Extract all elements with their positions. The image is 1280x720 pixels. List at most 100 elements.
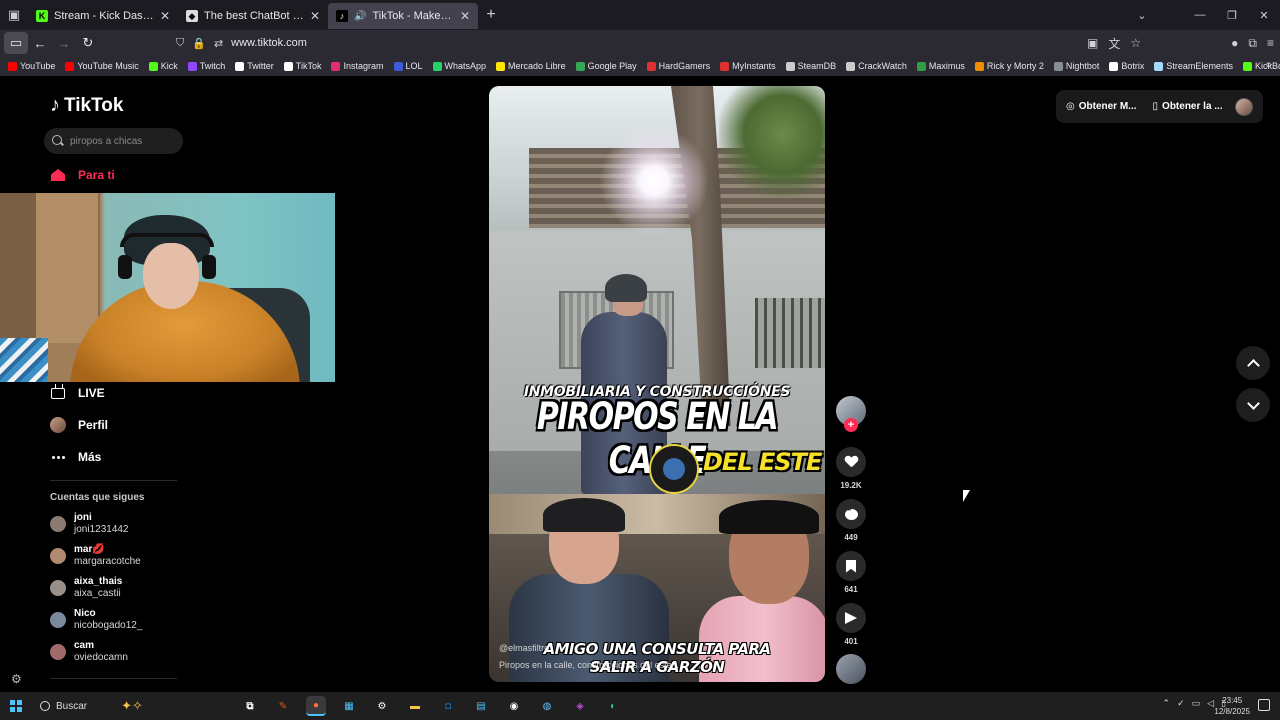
tab-kick-dashboard[interactable]: K Stream - Kick Dashboard ✕ — [28, 3, 178, 29]
video-player[interactable]: INMOBILIARIA Y CONSTRUCCIÓNES PIROPOS EN… — [489, 86, 825, 682]
outlook-icon[interactable]: ◘ — [438, 696, 458, 716]
url-text[interactable]: www.tiktok.com — [231, 37, 307, 49]
tiktok-logo[interactable]: ♪ TikTok — [50, 94, 123, 117]
sidebar-item-more[interactable]: Más — [50, 449, 101, 465]
menu-icon[interactable]: ≡ — [1267, 36, 1274, 50]
music-disc-icon[interactable] — [836, 654, 866, 684]
settings-icon[interactable]: ⚙ — [372, 696, 392, 716]
bookmark-item[interactable]: MyInstants — [720, 61, 776, 71]
chevron-up-icon[interactable]: ⌃ — [1163, 698, 1171, 709]
bookmark-item[interactable]: WhatsApp — [432, 61, 486, 71]
firefox-icon[interactable]: ● — [306, 696, 326, 716]
tab-chatbot[interactable]: ◆ The best ChatBot and Widgets ✕ — [178, 3, 328, 29]
clock[interactable]: 23:45 12/8/2025 — [1214, 695, 1250, 717]
sidebar-item-for-you[interactable]: Para ti — [50, 167, 115, 183]
tray-app-icon[interactable]: ✓ — [1177, 698, 1185, 709]
search-icon[interactable] — [52, 135, 64, 147]
sidebar-item-live[interactable]: LIVE — [50, 385, 105, 401]
bookmark-item[interactable]: Maximus — [916, 61, 965, 71]
translate-icon[interactable]: 文 — [1108, 35, 1120, 52]
extensions-icon[interactable]: ⧉ — [1248, 36, 1257, 51]
file-explorer-icon[interactable]: ▬ — [405, 696, 425, 716]
close-window-icon[interactable]: ✕ — [1248, 9, 1280, 22]
video-author[interactable]: @elmasfiltro — [499, 643, 549, 653]
next-video-button[interactable] — [1236, 388, 1270, 422]
volume-icon[interactable]: ◁ — [1207, 698, 1214, 709]
steam-icon[interactable]: ◍ — [537, 696, 557, 716]
bookmark-item[interactable]: Google Play — [575, 61, 637, 71]
restore-icon[interactable]: ❐ — [1216, 9, 1248, 22]
previous-video-button[interactable] — [1236, 346, 1270, 380]
share-button[interactable]: 401 — [834, 603, 868, 646]
picture-in-picture-icon[interactable]: ▣ — [1087, 36, 1098, 50]
new-tab-icon[interactable]: + — [478, 6, 504, 24]
lock-icon[interactable]: 🔒 — [192, 37, 206, 50]
bookmark-item[interactable]: Nightbot — [1053, 61, 1099, 71]
gear-icon[interactable]: ⚙ — [11, 672, 22, 686]
bookmark-item[interactable]: StreamElements — [1154, 61, 1233, 71]
shield-icon[interactable]: ⛉ — [176, 37, 184, 50]
bookmark-item[interactable]: TikTok — [283, 61, 321, 71]
store-icon[interactable]: ▦ — [339, 696, 359, 716]
network-icon[interactable]: ▭ — [1192, 698, 1201, 709]
close-tab-icon[interactable]: ✕ — [460, 9, 470, 23]
bookmark-item[interactable]: LOL — [393, 61, 423, 71]
following-item[interactable]: cam oviedocamn — [50, 640, 128, 664]
edge-icon[interactable]: ◐ — [603, 696, 623, 716]
bookmarks-overflow-icon[interactable]: » — [1266, 59, 1272, 71]
get-coins-button[interactable]: ◎ Obtener M... — [1066, 101, 1137, 112]
notification-icon[interactable] — [1258, 699, 1270, 711]
bookmark-item[interactable]: Kick — [148, 61, 178, 71]
bookmark-item[interactable]: Botrix — [1109, 61, 1144, 71]
like-button[interactable]: 19.2K — [834, 447, 868, 490]
sparkle-icon[interactable]: ✦✧ — [121, 698, 143, 714]
forward-icon[interactable]: → — [52, 32, 76, 54]
save-button[interactable]: 641 — [834, 551, 868, 594]
bookmark-item[interactable]: HardGamers — [646, 61, 710, 71]
permissions-icon[interactable]: ⇄ — [214, 37, 223, 50]
following-item[interactable]: mar💋 margaracotche — [50, 544, 141, 568]
bookmark-item[interactable]: YouTube Music — [65, 61, 139, 71]
game-app-icon[interactable]: ◈ — [570, 696, 590, 716]
tab-tiktok[interactable]: ♪ 🔊 TikTok - Make Your Day ✕ — [328, 3, 478, 29]
tab-list-icon[interactable]: ▣ — [0, 0, 28, 30]
bookmark-star-icon[interactable]: ☆ — [1130, 36, 1141, 50]
task-view-icon[interactable]: ⧉ — [240, 696, 260, 716]
bookmark-item[interactable]: Mercado Libre — [496, 61, 566, 71]
video-description[interactable]: Piropos en la calle, construcciones del … — [499, 660, 809, 670]
bookmark-item[interactable]: Twitter — [235, 61, 274, 71]
start-button[interactable] — [0, 700, 32, 712]
close-tab-icon[interactable]: ✕ — [310, 9, 320, 23]
follow-plus-icon[interactable]: + — [844, 418, 858, 432]
speaker-icon[interactable]: 🔊 — [354, 11, 366, 22]
close-tab-icon[interactable]: ✕ — [160, 9, 170, 23]
pen-app-icon[interactable]: ✎ — [273, 696, 293, 716]
taskbar-search[interactable]: Buscar ✦✧ — [32, 694, 222, 718]
reload-icon[interactable]: ↻ — [76, 32, 100, 54]
url-bar[interactable]: ⛉ 🔒 ⇄ www.tiktok.com — [176, 32, 1131, 54]
following-item[interactable]: joni joni1231442 — [50, 512, 129, 536]
obs-icon[interactable]: ◉ — [504, 696, 524, 716]
following-item[interactable]: aixa_thais aixa_castii — [50, 576, 122, 600]
search-box[interactable] — [44, 128, 183, 154]
bookmark-item[interactable]: Rick y Morty 2 — [974, 61, 1044, 71]
bookmark-item[interactable]: YouTube — [8, 61, 55, 71]
comment-button[interactable]: 449 — [834, 499, 868, 542]
minimize-icon[interactable]: — — [1184, 9, 1216, 21]
sidebar-item-profile[interactable]: Perfil — [50, 417, 108, 433]
following-item[interactable]: Nico nicobogado12_ — [50, 608, 142, 632]
account-icon[interactable]: ● — [1231, 36, 1238, 50]
bookmark-item[interactable]: CrackWatch — [846, 61, 907, 71]
window-app-icon[interactable]: ▤ — [471, 696, 491, 716]
bookmark-item[interactable]: KickBot — [1242, 61, 1280, 71]
bookmark-item[interactable]: Instagram — [331, 61, 384, 71]
back-icon[interactable]: ← — [28, 32, 52, 54]
search-input[interactable] — [70, 135, 170, 147]
bookmark-item[interactable]: SteamDB — [785, 61, 836, 71]
bookmark-item[interactable]: Twitch — [187, 61, 225, 71]
sidebar-toggle-icon[interactable]: ▭ — [4, 32, 28, 54]
bookmark-favicon-icon — [432, 61, 442, 71]
get-app-button[interactable]: ▯ Obtener la ... — [1153, 101, 1223, 112]
user-avatar[interactable] — [1235, 97, 1253, 116]
tab-overflow-icon[interactable]: ⌄ — [1126, 9, 1158, 22]
